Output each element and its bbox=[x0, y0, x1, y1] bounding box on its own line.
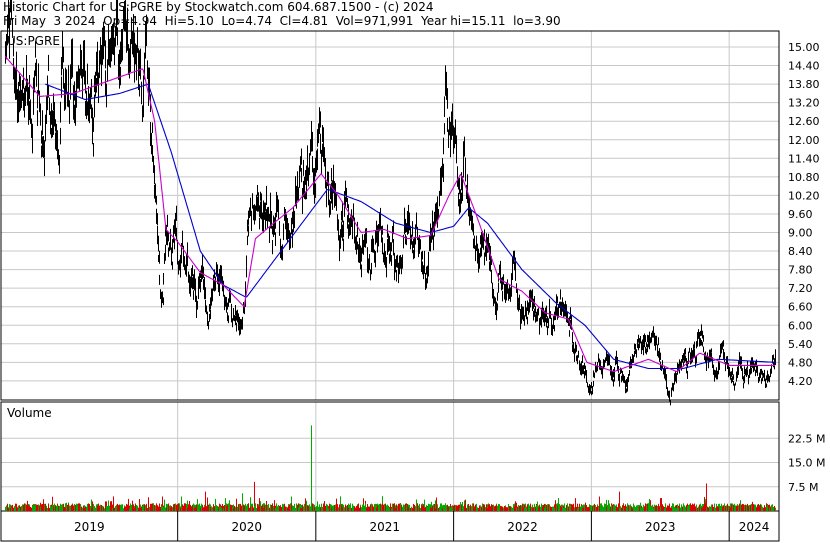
price-tick-label: 9.00 bbox=[788, 227, 813, 240]
year-label: 2019 bbox=[74, 520, 105, 534]
volume-tick-label: 15.0 M bbox=[788, 457, 825, 470]
year-label: 2022 bbox=[507, 520, 538, 534]
price-tick-label: 10.20 bbox=[788, 189, 820, 202]
price-panel-frame bbox=[0, 30, 780, 401]
price-tick-label: 6.60 bbox=[788, 301, 813, 314]
volume-tick-label: 22.5 M bbox=[788, 432, 825, 445]
volume-tick-label: 7.5 M bbox=[788, 481, 818, 494]
price-bars bbox=[5, 0, 776, 406]
price-tick-label: 13.20 bbox=[788, 97, 820, 110]
price-tick-label: 5.40 bbox=[788, 338, 813, 351]
year-label: 2023 bbox=[645, 520, 676, 534]
price-tick-label: 7.80 bbox=[788, 264, 813, 277]
price-tick-label: 7.20 bbox=[788, 282, 813, 295]
year-label: 2024 bbox=[739, 520, 770, 534]
price-tick-label: 9.60 bbox=[788, 208, 813, 221]
chart-svg: US:PGRE Volume 15.00 14.40 13.80 13.20 12.60… bbox=[0, 0, 825, 542]
symbol-label: US:PGRE bbox=[7, 34, 60, 48]
price-tick-label: 6.00 bbox=[788, 319, 813, 332]
year-axis-labels: 2019 2020 2021 2022 2023 2024 bbox=[74, 511, 769, 541]
price-axis-ticks: 15.00 14.40 13.80 13.20 12.60 12.00 11.40 10.80… bbox=[788, 41, 820, 388]
price-tick-label: 4.80 bbox=[788, 356, 813, 369]
year-label: 2021 bbox=[369, 520, 400, 534]
price-tick-label: 4.20 bbox=[788, 375, 813, 388]
price-tick-label: 8.40 bbox=[788, 245, 813, 258]
price-tick-label: 11.40 bbox=[788, 152, 820, 165]
price-tick-label: 13.80 bbox=[788, 78, 820, 91]
year-label: 2020 bbox=[231, 520, 262, 534]
price-tick-label: 14.40 bbox=[788, 60, 820, 73]
price-grid bbox=[1, 31, 779, 400]
volume-grid bbox=[1, 402, 779, 511]
volume-panel-frame bbox=[0, 401, 780, 512]
price-tick-label: 12.00 bbox=[788, 134, 820, 147]
volume-label: Volume bbox=[7, 406, 52, 420]
price-tick-label: 15.00 bbox=[788, 41, 820, 54]
volume-axis-ticks: 22.5 M 15.0 M 7.5 M bbox=[788, 432, 825, 494]
price-tick-label: 12.60 bbox=[788, 115, 820, 128]
price-tick-label: 10.80 bbox=[788, 171, 820, 184]
